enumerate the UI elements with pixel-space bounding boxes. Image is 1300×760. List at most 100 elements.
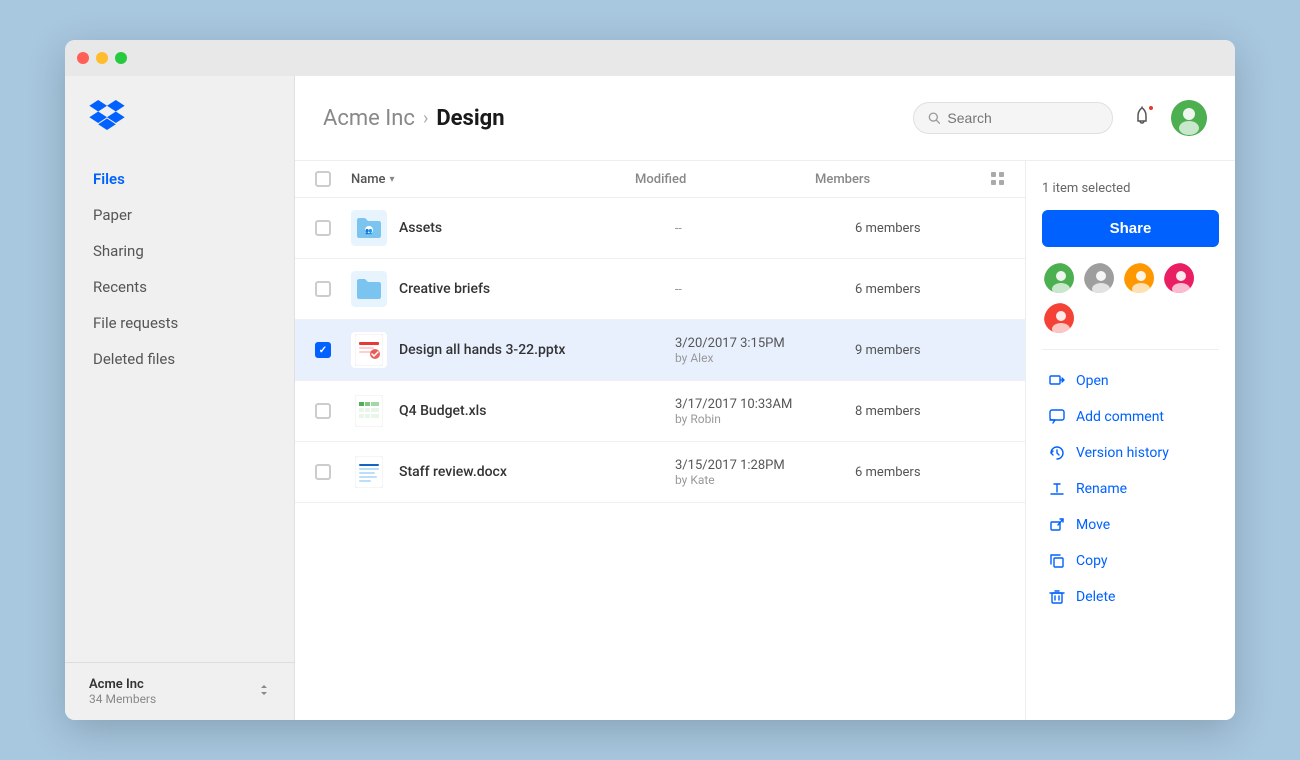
open-icon bbox=[1048, 372, 1066, 390]
search-box[interactable] bbox=[913, 102, 1113, 134]
file-name: Design all hands 3-22.pptx bbox=[399, 342, 675, 358]
file-members: 6 members bbox=[855, 465, 1005, 480]
move-icon bbox=[1048, 516, 1066, 534]
selection-count: 1 item selected bbox=[1042, 181, 1219, 196]
right-panel: 1 item selected Share bbox=[1025, 161, 1235, 720]
minimize-button[interactable] bbox=[96, 52, 108, 64]
close-button[interactable] bbox=[77, 52, 89, 64]
row-checkbox-col bbox=[315, 281, 351, 297]
panel-divider bbox=[1042, 349, 1219, 350]
sidebar-item-recents[interactable]: Recents bbox=[81, 270, 278, 304]
header-checkbox-col bbox=[315, 171, 351, 187]
main-header: Acme Inc › Design bbox=[295, 76, 1235, 161]
share-button[interactable]: Share bbox=[1042, 210, 1219, 247]
file-name: Staff review.docx bbox=[399, 464, 675, 480]
breadcrumb-separator: › bbox=[423, 108, 428, 129]
members-column-header: Members bbox=[815, 172, 965, 187]
docx-icon bbox=[351, 454, 387, 490]
table-row[interactable]: Creative briefs -- 6 members bbox=[295, 259, 1025, 320]
window-body: Files Paper Sharing Recents File request… bbox=[65, 76, 1235, 720]
sidebar-item-sharing[interactable]: Sharing bbox=[81, 234, 278, 268]
sidebar-item-files[interactable]: Files bbox=[81, 162, 278, 196]
sidebar-item-file-requests[interactable]: File requests bbox=[81, 306, 278, 340]
table-row[interactable]: Q4 Budget.xls 3/17/2017 10:33AM by Robin… bbox=[295, 381, 1025, 442]
row-checkbox-col bbox=[315, 464, 351, 480]
open-action[interactable]: Open bbox=[1042, 364, 1219, 398]
file-members: 8 members bbox=[855, 404, 1005, 419]
file-modified: 3/15/2017 1:28PM by Kate bbox=[675, 458, 855, 487]
row-checkbox-q4-budget[interactable] bbox=[315, 403, 331, 419]
folder-shared-icon: 👥 bbox=[351, 210, 387, 246]
breadcrumb-current: Design bbox=[436, 106, 504, 131]
user-avatar-button[interactable] bbox=[1171, 100, 1207, 136]
org-switcher-icon[interactable] bbox=[258, 682, 270, 701]
row-checkbox-staff-review[interactable] bbox=[315, 464, 331, 480]
panel-actions: Open Add comment bbox=[1042, 364, 1219, 614]
folder-shared-icon bbox=[351, 271, 387, 307]
search-input[interactable] bbox=[947, 110, 1098, 126]
member-avatar bbox=[1082, 261, 1116, 295]
breadcrumb: Acme Inc › Design bbox=[323, 106, 505, 131]
file-list: Name ▾ Modified Members bbox=[295, 161, 1025, 720]
delete-action[interactable]: Delete bbox=[1042, 580, 1219, 614]
file-members: 9 members bbox=[855, 343, 1005, 358]
history-icon bbox=[1048, 444, 1066, 462]
member-avatar bbox=[1122, 261, 1156, 295]
member-avatars bbox=[1042, 261, 1219, 335]
comment-icon bbox=[1048, 408, 1066, 426]
file-members: 6 members bbox=[855, 221, 1005, 236]
add-comment-action[interactable]: Add comment bbox=[1042, 400, 1219, 434]
view-toggle[interactable] bbox=[965, 172, 1005, 186]
sidebar-navigation: Files Paper Sharing Recents File request… bbox=[65, 162, 294, 662]
file-name: Creative briefs bbox=[399, 281, 675, 297]
move-action[interactable]: Move bbox=[1042, 508, 1219, 542]
table-row[interactable]: Design all hands 3-22.pptx 3/20/2017 3:1… bbox=[295, 320, 1025, 381]
notification-dot bbox=[1147, 104, 1155, 112]
titlebar bbox=[65, 40, 1235, 76]
grid-view-icon bbox=[991, 172, 1005, 186]
row-checkbox-col bbox=[315, 342, 351, 358]
file-name: Assets bbox=[399, 220, 675, 236]
pptx-icon bbox=[351, 332, 387, 368]
member-avatar bbox=[1162, 261, 1196, 295]
file-modified: -- bbox=[675, 282, 855, 296]
main-content: Acme Inc › Design bbox=[295, 76, 1235, 720]
file-modified: 3/17/2017 10:33AM by Robin bbox=[675, 397, 855, 426]
header-actions bbox=[913, 100, 1207, 136]
file-area: Name ▾ Modified Members bbox=[295, 161, 1235, 720]
row-checkbox-col bbox=[315, 220, 351, 236]
sidebar-item-deleted-files[interactable]: Deleted files bbox=[81, 342, 278, 376]
row-checkbox-col bbox=[315, 403, 351, 419]
name-sort-arrow: ▾ bbox=[390, 174, 395, 185]
org-info: Acme Inc 34 Members bbox=[89, 677, 156, 706]
rename-icon bbox=[1048, 480, 1066, 498]
copy-action[interactable]: Copy bbox=[1042, 544, 1219, 578]
sidebar-item-paper[interactable]: Paper bbox=[81, 198, 278, 232]
sidebar: Files Paper Sharing Recents File request… bbox=[65, 76, 295, 720]
file-name: Q4 Budget.xls bbox=[399, 403, 675, 419]
notification-button[interactable] bbox=[1127, 102, 1157, 135]
version-history-action[interactable]: Version history bbox=[1042, 436, 1219, 470]
modified-column-header: Modified bbox=[635, 172, 815, 187]
sidebar-logo bbox=[65, 100, 294, 162]
file-members: 6 members bbox=[855, 282, 1005, 297]
maximize-button[interactable] bbox=[115, 52, 127, 64]
file-modified: -- bbox=[675, 221, 855, 235]
app-window: Files Paper Sharing Recents File request… bbox=[65, 40, 1235, 720]
org-name: Acme Inc bbox=[89, 677, 156, 692]
sidebar-footer: Acme Inc 34 Members bbox=[65, 662, 294, 720]
dropbox-logo-icon bbox=[89, 100, 125, 130]
row-checkbox-creative-briefs[interactable] bbox=[315, 281, 331, 297]
breadcrumb-parent[interactable]: Acme Inc bbox=[323, 106, 415, 131]
row-checkbox-assets[interactable] bbox=[315, 220, 331, 236]
table-row[interactable]: 👥 Assets -- 6 members bbox=[295, 198, 1025, 259]
name-column-header[interactable]: Name ▾ bbox=[351, 172, 635, 187]
table-row[interactable]: Staff review.docx 3/15/2017 1:28PM by Ka… bbox=[295, 442, 1025, 503]
row-checkbox-design-all-hands[interactable] bbox=[315, 342, 331, 358]
rename-action[interactable]: Rename bbox=[1042, 472, 1219, 506]
search-icon bbox=[928, 111, 940, 125]
svg-text:👥: 👥 bbox=[365, 228, 373, 235]
select-all-checkbox[interactable] bbox=[315, 171, 331, 187]
file-table-header: Name ▾ Modified Members bbox=[295, 161, 1025, 198]
xlsx-icon bbox=[351, 393, 387, 429]
